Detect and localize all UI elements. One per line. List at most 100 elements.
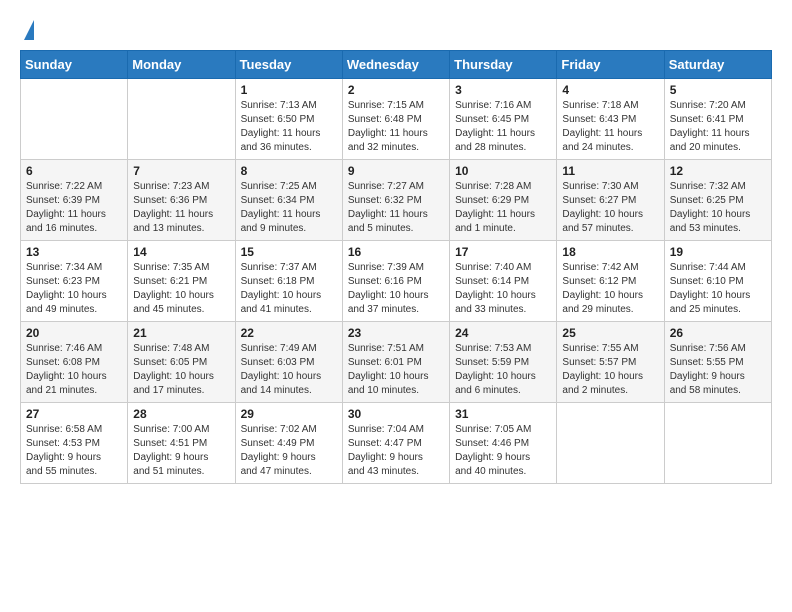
day-number: 2 — [348, 83, 444, 97]
calendar-cell: 11 Sunrise: 7:30 AM Sunset: 6:27 PM Dayli… — [557, 160, 664, 241]
day-number: 30 — [348, 407, 444, 421]
calendar-table: SundayMondayTuesdayWednesdayThursdayFrid… — [20, 50, 772, 484]
day-number: 6 — [26, 164, 122, 178]
calendar-week-1: 1Sunrise: 7:13 AM Sunset: 6:50 PM Daylig… — [21, 79, 772, 160]
day-info: Sunrise: 7:32 AM Sunset: 6:25 PM Dayligh… — [670, 180, 766, 236]
day-number: 31 — [455, 407, 551, 421]
calendar-cell: 25 Sunrise: 7:55 AM Sunset: 5:57 PM Dayli… — [557, 322, 664, 403]
day-number: 19 — [670, 245, 766, 259]
day-number: 16 — [348, 245, 444, 259]
day-info: Sunrise: 7:25 AM Sunset: 6:34 PM Dayligh… — [241, 180, 337, 236]
day-number: 29 — [241, 407, 337, 421]
day-number: 17 — [455, 245, 551, 259]
day-info: Sunrise: 7:44 AM Sunset: 6:10 PM Dayligh… — [670, 261, 766, 317]
calendar-cell: 4 Sunrise: 7:18 AM Sunset: 6:43 PM Daylig… — [557, 79, 664, 160]
calendar-cell: 13 Sunrise: 7:34 AM Sunset: 6:23 PM Dayli… — [21, 241, 128, 322]
day-info: Sunrise: 7:39 AM Sunset: 6:16 PM Dayligh… — [348, 261, 444, 317]
day-info: Sunrise: 7:00 AM Sunset: 4:51 PM Dayligh… — [133, 423, 229, 479]
day-info: Sunrise: 7:35 AM Sunset: 6:21 PM Dayligh… — [133, 261, 229, 317]
day-number: 9 — [348, 164, 444, 178]
weekday-header-monday: Monday — [128, 51, 235, 79]
day-info: Sunrise: 7:51 AM Sunset: 6:01 PM Dayligh… — [348, 342, 444, 398]
calendar-cell — [664, 403, 771, 484]
day-info: Sunrise: 7:56 AM Sunset: 5:55 PM Dayligh… — [670, 342, 766, 398]
weekday-header-saturday: Saturday — [664, 51, 771, 79]
calendar-cell: 8Sunrise: 7:25 AM Sunset: 6:34 PM Daylig… — [235, 160, 342, 241]
calendar-cell: 15Sunrise: 7:37 AM Sunset: 6:18 PM Dayli… — [235, 241, 342, 322]
logo — [20, 16, 34, 40]
day-number: 28 — [133, 407, 229, 421]
day-info: Sunrise: 7:27 AM Sunset: 6:32 PM Dayligh… — [348, 180, 444, 236]
day-number: 20 — [26, 326, 122, 340]
day-info: Sunrise: 7:15 AM Sunset: 6:48 PM Dayligh… — [348, 99, 444, 155]
weekday-header-wednesday: Wednesday — [342, 51, 449, 79]
calendar-cell: 14Sunrise: 7:35 AM Sunset: 6:21 PM Dayli… — [128, 241, 235, 322]
calendar-cell: 7 Sunrise: 7:23 AM Sunset: 6:36 PM Daylig… — [128, 160, 235, 241]
day-info: Sunrise: 7:20 AM Sunset: 6:41 PM Dayligh… — [670, 99, 766, 155]
day-info: Sunrise: 7:23 AM Sunset: 6:36 PM Dayligh… — [133, 180, 229, 236]
day-info: Sunrise: 7:16 AM Sunset: 6:45 PM Dayligh… — [455, 99, 551, 155]
day-number: 25 — [562, 326, 658, 340]
calendar-cell: 5 Sunrise: 7:20 AM Sunset: 6:41 PM Daylig… — [664, 79, 771, 160]
day-number: 21 — [133, 326, 229, 340]
calendar-cell: 30 Sunrise: 7:04 AM Sunset: 4:47 PM Dayli… — [342, 403, 449, 484]
calendar-cell: 24Sunrise: 7:53 AM Sunset: 5:59 PM Dayli… — [450, 322, 557, 403]
calendar-cell: 29 Sunrise: 7:02 AM Sunset: 4:49 PM Dayli… — [235, 403, 342, 484]
calendar-cell: 10 Sunrise: 7:28 AM Sunset: 6:29 PM Dayli… — [450, 160, 557, 241]
weekday-header-thursday: Thursday — [450, 51, 557, 79]
day-info: Sunrise: 7:46 AM Sunset: 6:08 PM Dayligh… — [26, 342, 122, 398]
weekday-header-friday: Friday — [557, 51, 664, 79]
day-number: 5 — [670, 83, 766, 97]
day-number: 1 — [241, 83, 337, 97]
day-info: Sunrise: 6:58 AM Sunset: 4:53 PM Dayligh… — [26, 423, 122, 479]
day-info: Sunrise: 7:22 AM Sunset: 6:39 PM Dayligh… — [26, 180, 122, 236]
calendar-cell: 26 Sunrise: 7:56 AM Sunset: 5:55 PM Dayli… — [664, 322, 771, 403]
day-number: 10 — [455, 164, 551, 178]
calendar-cell: 19 Sunrise: 7:44 AM Sunset: 6:10 PM Dayli… — [664, 241, 771, 322]
calendar-cell: 17 Sunrise: 7:40 AM Sunset: 6:14 PM Dayli… — [450, 241, 557, 322]
day-info: Sunrise: 7:28 AM Sunset: 6:29 PM Dayligh… — [455, 180, 551, 236]
calendar-cell: 23 Sunrise: 7:51 AM Sunset: 6:01 PM Dayli… — [342, 322, 449, 403]
calendar-cell: 6 Sunrise: 7:22 AM Sunset: 6:39 PM Daylig… — [21, 160, 128, 241]
calendar-cell: 20 Sunrise: 7:46 AM Sunset: 6:08 PM Dayli… — [21, 322, 128, 403]
calendar-cell: 12 Sunrise: 7:32 AM Sunset: 6:25 PM Dayli… — [664, 160, 771, 241]
calendar-cell: 2 Sunrise: 7:15 AM Sunset: 6:48 PM Daylig… — [342, 79, 449, 160]
day-info: Sunrise: 7:37 AM Sunset: 6:18 PM Dayligh… — [241, 261, 337, 317]
logo-triangle-icon — [24, 20, 34, 40]
weekday-header-sunday: Sunday — [21, 51, 128, 79]
day-number: 23 — [348, 326, 444, 340]
calendar-cell: 22Sunrise: 7:49 AM Sunset: 6:03 PM Dayli… — [235, 322, 342, 403]
calendar-cell: 16 Sunrise: 7:39 AM Sunset: 6:16 PM Dayli… — [342, 241, 449, 322]
calendar-cell: 21Sunrise: 7:48 AM Sunset: 6:05 PM Dayli… — [128, 322, 235, 403]
day-number: 26 — [670, 326, 766, 340]
day-number: 27 — [26, 407, 122, 421]
calendar-cell: 31Sunrise: 7:05 AM Sunset: 4:46 PM Dayli… — [450, 403, 557, 484]
day-number: 12 — [670, 164, 766, 178]
calendar-cell: 3 Sunrise: 7:16 AM Sunset: 6:45 PM Daylig… — [450, 79, 557, 160]
calendar-week-2: 6 Sunrise: 7:22 AM Sunset: 6:39 PM Daylig… — [21, 160, 772, 241]
day-info: Sunrise: 7:40 AM Sunset: 6:14 PM Dayligh… — [455, 261, 551, 317]
calendar-cell: 1Sunrise: 7:13 AM Sunset: 6:50 PM Daylig… — [235, 79, 342, 160]
day-number: 13 — [26, 245, 122, 259]
day-info: Sunrise: 7:18 AM Sunset: 6:43 PM Dayligh… — [562, 99, 658, 155]
day-number: 22 — [241, 326, 337, 340]
day-info: Sunrise: 7:04 AM Sunset: 4:47 PM Dayligh… — [348, 423, 444, 479]
calendar-cell: 27 Sunrise: 6:58 AM Sunset: 4:53 PM Dayli… — [21, 403, 128, 484]
day-number: 4 — [562, 83, 658, 97]
day-number: 7 — [133, 164, 229, 178]
calendar-week-5: 27 Sunrise: 6:58 AM Sunset: 4:53 PM Dayli… — [21, 403, 772, 484]
weekday-header-row: SundayMondayTuesdayWednesdayThursdayFrid… — [21, 51, 772, 79]
calendar-cell — [557, 403, 664, 484]
day-info: Sunrise: 7:55 AM Sunset: 5:57 PM Dayligh… — [562, 342, 658, 398]
calendar-cell: 18Sunrise: 7:42 AM Sunset: 6:12 PM Dayli… — [557, 241, 664, 322]
calendar-week-4: 20 Sunrise: 7:46 AM Sunset: 6:08 PM Dayli… — [21, 322, 772, 403]
day-number: 11 — [562, 164, 658, 178]
day-info: Sunrise: 7:02 AM Sunset: 4:49 PM Dayligh… — [241, 423, 337, 479]
day-info: Sunrise: 7:34 AM Sunset: 6:23 PM Dayligh… — [26, 261, 122, 317]
day-info: Sunrise: 7:42 AM Sunset: 6:12 PM Dayligh… — [562, 261, 658, 317]
calendar-cell: 28 Sunrise: 7:00 AM Sunset: 4:51 PM Dayli… — [128, 403, 235, 484]
day-info: Sunrise: 7:30 AM Sunset: 6:27 PM Dayligh… — [562, 180, 658, 236]
calendar-cell — [21, 79, 128, 160]
day-number: 3 — [455, 83, 551, 97]
day-number: 24 — [455, 326, 551, 340]
